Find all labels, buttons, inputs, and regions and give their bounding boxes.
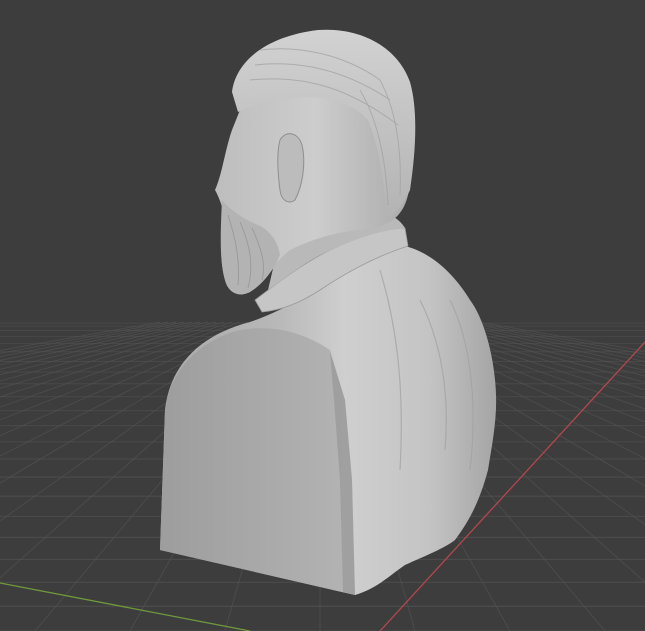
- grid-line: [471, 321, 645, 355]
- y-axis-line: [0, 582, 251, 631]
- 3d-viewport[interactable]: [0, 0, 645, 631]
- viewport-canvas[interactable]: [0, 0, 645, 631]
- bust-torso-front: [160, 328, 355, 595]
- bust-model[interactable]: [160, 29, 497, 595]
